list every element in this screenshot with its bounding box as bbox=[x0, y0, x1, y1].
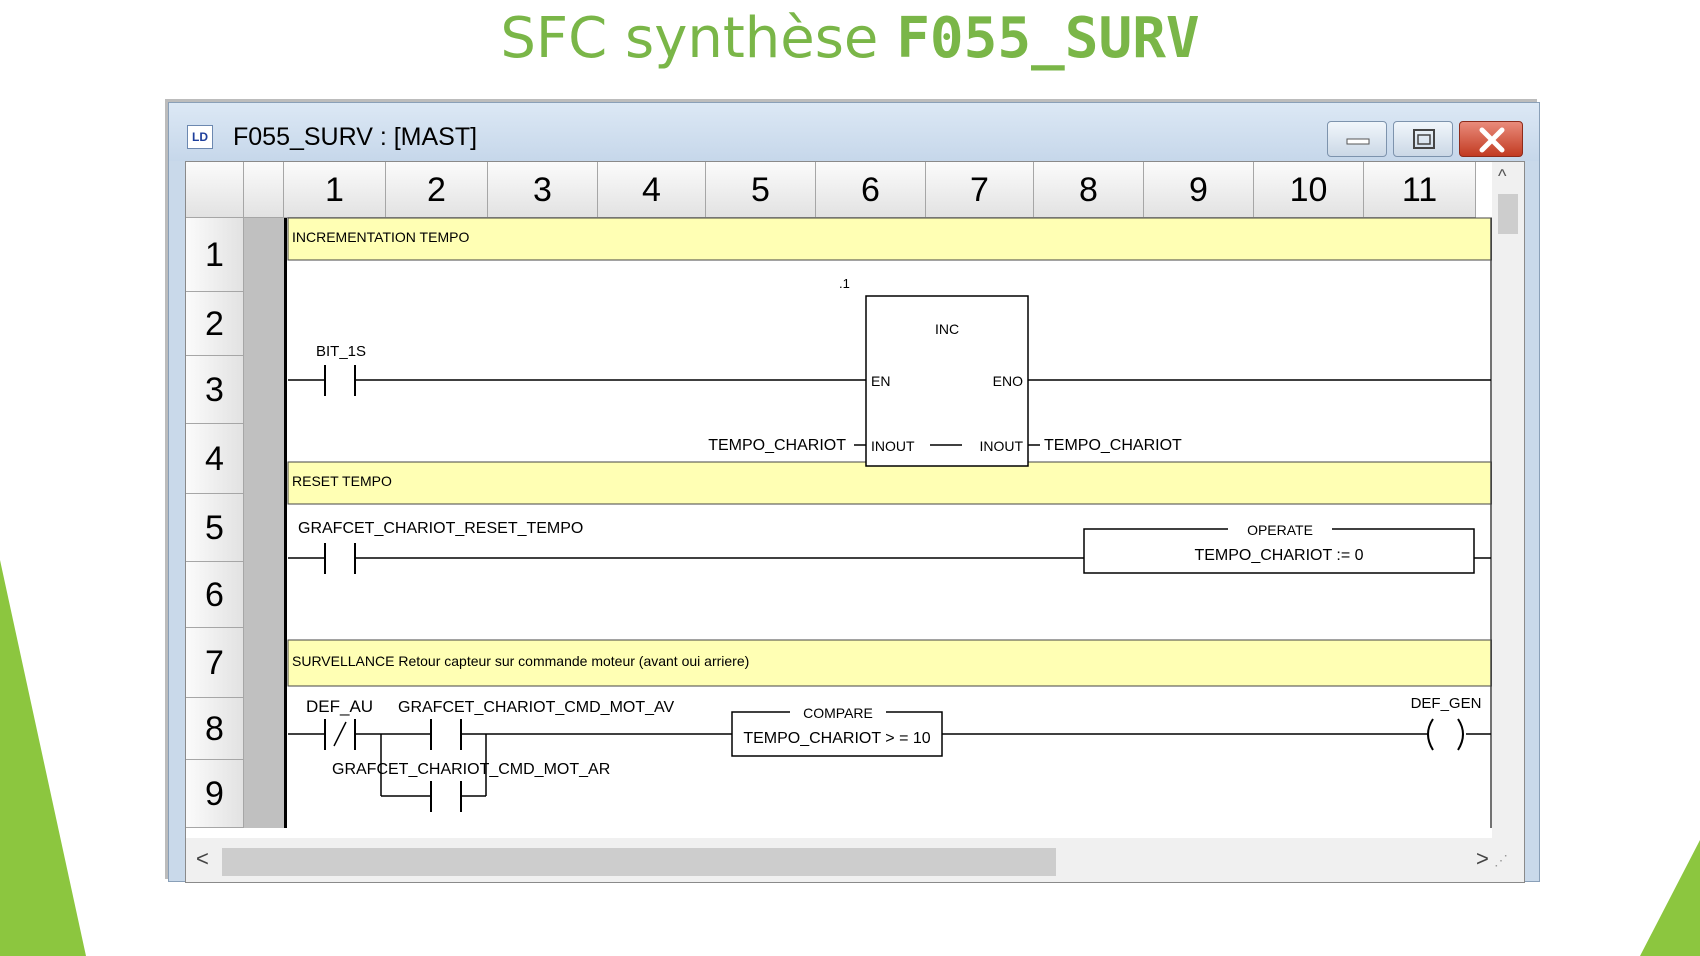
editor-window: LD F055_SURV : [MAST] 1 2 3 4 5 6 7 8 9 … bbox=[168, 102, 1540, 883]
rung3-comment: SURVELLANCE Retour capteur sur commande … bbox=[292, 653, 749, 669]
close-button[interactable] bbox=[1459, 121, 1523, 157]
pin-en: EN bbox=[871, 373, 890, 389]
window-titlebar[interactable]: LD F055_SURV : [MAST] bbox=[169, 103, 1539, 161]
vertical-scrollbar[interactable]: ^ bbox=[1492, 162, 1524, 838]
contact-no[interactable] bbox=[430, 719, 462, 750]
var-in-tempo-chariot: TEMPO_CHARIOT bbox=[708, 437, 846, 454]
rung1-comment: INCREMENTATION TEMPO bbox=[292, 229, 469, 245]
contact-label-cmd-ar: GRAFCET_CHARIOT_CMD_MOT_AR bbox=[332, 761, 610, 778]
comment-band-rung2 bbox=[287, 461, 1492, 505]
block-index: .1 bbox=[839, 276, 850, 291]
slide-title: SFC synthèse F055_SURV bbox=[0, 6, 1700, 71]
scroll-up-icon[interactable]: ^ bbox=[1498, 166, 1506, 187]
horizontal-scrollbar[interactable]: < > bbox=[186, 838, 1524, 882]
var-out-tempo-chariot: TEMPO_CHARIOT bbox=[1044, 437, 1182, 454]
pin-eno: ENO bbox=[993, 373, 1023, 389]
ld-app-icon: LD bbox=[187, 125, 213, 149]
horizontal-scroll-thumb[interactable] bbox=[222, 848, 1056, 876]
coil[interactable] bbox=[1427, 718, 1464, 751]
minimize-icon bbox=[1346, 138, 1370, 145]
pin-inout-in: INOUT bbox=[871, 438, 915, 454]
ladder-editor-area[interactable]: 1 2 3 4 5 6 7 8 9 10 11 1 2 3 4 5 6 7 8 … bbox=[185, 161, 1525, 883]
vertical-scroll-thumb[interactable] bbox=[1498, 194, 1518, 234]
slide-title-program: F055_SURV bbox=[896, 6, 1200, 71]
contact-label-cmd-av: GRAFCET_CHARIOT_CMD_MOT_AV bbox=[398, 699, 675, 716]
contact-no[interactable] bbox=[324, 365, 356, 396]
contact-nc[interactable] bbox=[324, 719, 356, 750]
compare-title: COMPARE bbox=[803, 705, 873, 721]
pin-inout-out: INOUT bbox=[979, 438, 1023, 454]
minimize-button[interactable] bbox=[1327, 121, 1387, 157]
contact-no[interactable] bbox=[430, 781, 462, 812]
contact-label-bit-1s: BIT_1S bbox=[316, 343, 366, 360]
block-name: INC bbox=[935, 321, 959, 337]
coil-label-def-gen: DEF_GEN bbox=[1411, 695, 1482, 712]
window-title: F055_SURV : [MAST] bbox=[233, 123, 478, 151]
ladder-diagram: INCREMENTATION TEMPO RESET TEMPO SURVELL… bbox=[287, 217, 1492, 828]
resize-grip-icon[interactable]: ⋰ bbox=[1494, 852, 1508, 869]
scroll-right-icon[interactable]: > bbox=[1476, 846, 1489, 872]
contact-label-def-au: DEF_AU bbox=[306, 697, 373, 716]
operate-title: OPERATE bbox=[1247, 522, 1313, 538]
maximize-icon bbox=[1413, 129, 1435, 149]
scroll-left-icon[interactable]: < bbox=[196, 846, 209, 872]
contact-no[interactable] bbox=[324, 543, 356, 574]
operate-expression: TEMPO_CHARIOT := 0 bbox=[1194, 547, 1363, 564]
maximize-button[interactable] bbox=[1393, 121, 1453, 157]
contact-label-reset: GRAFCET_CHARIOT_RESET_TEMPO bbox=[298, 520, 583, 537]
compare-expression: TEMPO_CHARIOT > = 10 bbox=[743, 730, 930, 747]
rung2-comment: RESET TEMPO bbox=[292, 473, 392, 489]
slide-title-prefix: SFC synthèse bbox=[500, 6, 897, 71]
close-icon bbox=[1479, 127, 1505, 153]
